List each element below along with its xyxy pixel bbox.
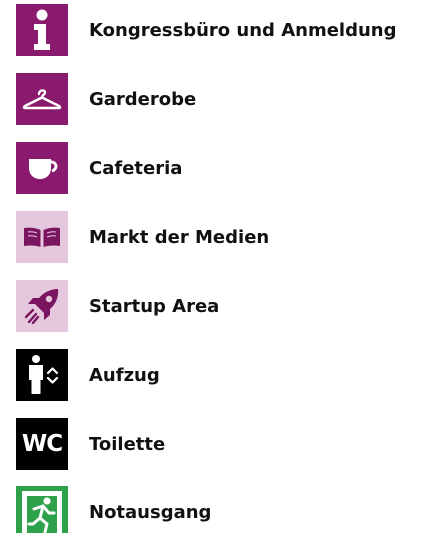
legend-item-label: Garderobe xyxy=(89,88,197,110)
emergency-exit-icon xyxy=(16,486,68,533)
legend-item-label: Cafeteria xyxy=(89,157,183,179)
rocket-icon xyxy=(16,280,68,332)
legend: Kongressbüro und Anmeldung Garderobe Caf… xyxy=(0,0,421,533)
legend-item-notausgang: Notausgang xyxy=(16,486,211,533)
wc-icon: WC xyxy=(16,418,68,470)
coffee-cup-icon xyxy=(16,142,68,194)
legend-item-garderobe: Garderobe xyxy=(16,73,196,125)
legend-item-label: Aufzug xyxy=(89,364,160,386)
legend-item-toilette: WC Toilette xyxy=(16,418,165,470)
legend-item-label: Toilette xyxy=(89,433,166,455)
legend-item-kongressbuero: Kongressbüro und Anmeldung xyxy=(16,4,396,56)
legend-item-cafeteria: Cafeteria xyxy=(16,142,182,194)
legend-item-label: Startup Area xyxy=(89,295,220,317)
legend-item-label: Notausgang xyxy=(89,501,212,523)
coat-hanger-icon xyxy=(16,73,68,125)
legend-item-label: Kongressbüro und Anmeldung xyxy=(89,19,397,41)
open-book-icon xyxy=(16,211,68,263)
elevator-icon xyxy=(16,349,68,401)
legend-item-startup-area: Startup Area xyxy=(16,280,219,332)
legend-item-label: Markt der Medien xyxy=(89,226,270,248)
legend-item-markt-der-medien: Markt der Medien xyxy=(16,211,269,263)
legend-item-aufzug: Aufzug xyxy=(16,349,160,401)
info-icon xyxy=(16,4,68,56)
wc-icon-text: WC xyxy=(21,431,63,457)
